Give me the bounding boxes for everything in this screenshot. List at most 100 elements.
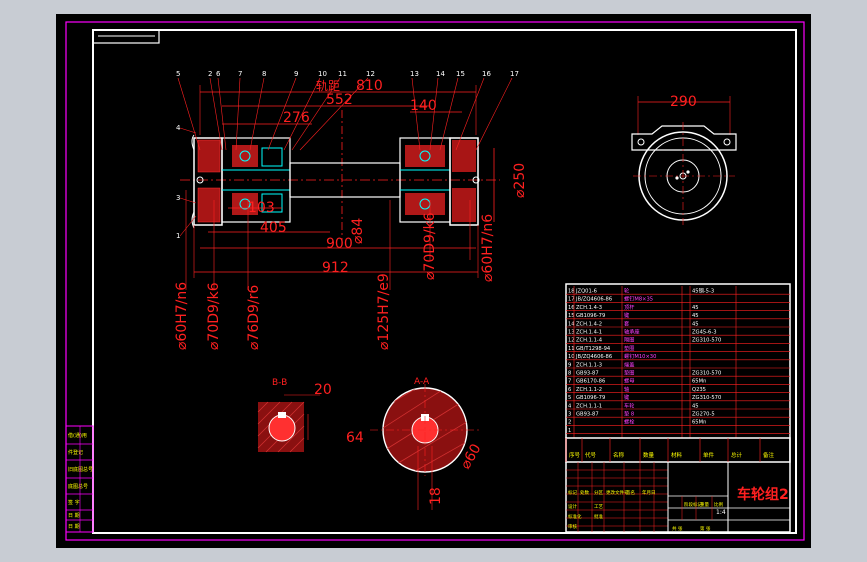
dim-phi250: ⌀250 bbox=[512, 163, 528, 198]
title-block-label: 处数 bbox=[580, 489, 589, 496]
parts-row-index: 6 bbox=[568, 387, 571, 393]
balloon-number: 5 bbox=[176, 70, 180, 78]
parts-row-material: 65Mn bbox=[692, 420, 706, 426]
balloon-number: 1 bbox=[176, 232, 180, 240]
parts-row-code: ZCH.1.1-4 bbox=[576, 338, 603, 344]
balloon-number: 17 bbox=[510, 70, 519, 78]
parts-row-code: ZCH.1.1-2 bbox=[576, 387, 602, 393]
parts-row-index: 11 bbox=[568, 346, 575, 352]
parts-row-name: 轴承座 bbox=[624, 328, 640, 336]
balloon-number: 11 bbox=[338, 70, 347, 78]
parts-row-code: JB/ZQ4606-86 bbox=[575, 297, 612, 303]
fit-phi76: ⌀76D9/r6 bbox=[246, 285, 262, 350]
dim-20: 20 bbox=[314, 382, 332, 398]
left-strip-label: 签 字 bbox=[68, 499, 80, 506]
title-block-label: 分区 bbox=[594, 489, 603, 496]
title-block-header: 数量 bbox=[643, 451, 655, 459]
title-block-label: 标准化 bbox=[568, 513, 582, 520]
fit-phi70-right: ⌀70D9/k6 bbox=[422, 212, 438, 280]
parts-row-name: 垫圈 bbox=[624, 344, 634, 352]
parts-row-material: ZG45-6-3 bbox=[692, 330, 717, 336]
parts-row-index: 1 bbox=[568, 428, 571, 434]
parts-row-code: ZCH.1.4-1 bbox=[576, 330, 602, 336]
parts-row-index: 18 bbox=[568, 289, 575, 295]
title-block-header: 总计 bbox=[731, 451, 743, 459]
title-block-label: 批准 bbox=[594, 513, 603, 520]
parts-row-index: 3 bbox=[568, 412, 571, 418]
parts-row-index: 10 bbox=[568, 354, 575, 360]
parts-row-material: 45 bbox=[692, 321, 699, 327]
balloon-number: 9 bbox=[294, 70, 298, 78]
title-block-header: 序号 bbox=[569, 451, 581, 459]
dim-64: 64 bbox=[346, 430, 364, 446]
dim-900: 900 bbox=[326, 236, 353, 252]
title-block-label: 工艺 bbox=[594, 504, 603, 510]
left-strip-label: 旧底图总号 bbox=[68, 466, 93, 473]
parts-row-name: 车轮 bbox=[624, 401, 634, 409]
dim-912: 912 bbox=[322, 260, 349, 276]
parts-row-code: ZCH.1.4-3 bbox=[576, 305, 602, 311]
title-block-header: 名称 bbox=[613, 451, 625, 459]
parts-row-material: ZG310-570 bbox=[692, 371, 721, 377]
parts-row-material: Q235 bbox=[692, 387, 706, 393]
parts-row-name: 顶杆 bbox=[624, 303, 634, 311]
dim-phi84: ⌀84 bbox=[350, 218, 366, 244]
parts-row-name: 螺母 bbox=[624, 377, 634, 385]
parts-row-name: 隔圈 bbox=[624, 336, 634, 344]
section-aa-title: A-A bbox=[414, 377, 430, 387]
parts-row-code: ZCH.1.1-3 bbox=[576, 362, 602, 368]
dim-405: 405 bbox=[260, 220, 287, 236]
left-strip-label: 借(通)用 bbox=[68, 432, 87, 439]
parts-row-code: GB93-87 bbox=[576, 412, 599, 418]
parts-row-index: 13 bbox=[568, 330, 575, 336]
scale-value: 1:4 bbox=[716, 509, 726, 516]
parts-row-index: 5 bbox=[568, 395, 571, 401]
title-block-label: 签名 bbox=[626, 489, 635, 496]
parts-row-material: 45 bbox=[692, 403, 699, 409]
title-block-header: 单件 bbox=[703, 451, 715, 459]
balloon-number: 2 bbox=[208, 70, 212, 78]
parts-row-index: 2 bbox=[568, 420, 571, 426]
parts-row-name: 轴 bbox=[624, 385, 629, 393]
parts-row-name: 端盖 bbox=[624, 360, 634, 368]
parts-row-material: 45钢-5-3 bbox=[692, 287, 714, 295]
title-block-label: 比例 bbox=[714, 501, 723, 508]
title-block-label: 第 张 bbox=[700, 525, 711, 532]
parts-row-index: 8 bbox=[568, 371, 571, 377]
parts-row-material: 65Mn bbox=[692, 379, 706, 385]
parts-row-material: 45 bbox=[692, 305, 699, 311]
parts-row-name: 螺钉M10×30 bbox=[624, 352, 656, 360]
dim-103: 103 bbox=[248, 200, 275, 216]
parts-row-name: 轮 bbox=[624, 287, 629, 295]
parts-row-index: 16 bbox=[568, 305, 575, 311]
parts-row-index: 17 bbox=[568, 297, 575, 303]
parts-row-code: GB6170-86 bbox=[576, 379, 605, 385]
title-block-label: 重量 bbox=[700, 501, 709, 508]
parts-row-index: 12 bbox=[568, 338, 575, 344]
parts-row-code: JZQ01-6 bbox=[575, 289, 597, 295]
parts-row-code: JB/ZQ4606-86 bbox=[575, 354, 612, 360]
left-strip-label: 日 期 bbox=[68, 524, 80, 530]
parts-row-material: ZG310-570 bbox=[692, 338, 721, 344]
parts-row-code: ZCH.1.4-2 bbox=[576, 321, 602, 327]
balloon-number: 3 bbox=[176, 194, 180, 202]
fit-phi60-left: ⌀60H7/n6 bbox=[174, 282, 190, 350]
parts-row-name: 键 bbox=[624, 393, 629, 401]
dim-290: 290 bbox=[670, 94, 697, 110]
balloon-number: 12 bbox=[366, 70, 375, 78]
fit-phi70-left: ⌀70D9/k6 bbox=[206, 282, 222, 350]
left-strip-label: 日 期 bbox=[68, 513, 80, 519]
parts-row-name: 键 bbox=[624, 311, 629, 319]
parts-row-index: 7 bbox=[568, 379, 571, 385]
section-bb-title: B-B bbox=[272, 378, 287, 388]
parts-row-name: 垫圈 bbox=[624, 369, 634, 377]
parts-row-name: 螺栓 bbox=[624, 418, 635, 426]
dim-276: 276 bbox=[283, 110, 310, 126]
balloon-number: 15 bbox=[456, 70, 465, 78]
balloon-number: 13 bbox=[410, 70, 419, 78]
left-strip-label: 底图总号 bbox=[68, 483, 88, 490]
parts-row-name: 套 bbox=[624, 319, 630, 327]
title-block-header: 备注 bbox=[763, 451, 775, 459]
parts-row-name: 垫 8 bbox=[624, 410, 634, 418]
parts-row-material: ZG270-5 bbox=[692, 412, 715, 418]
